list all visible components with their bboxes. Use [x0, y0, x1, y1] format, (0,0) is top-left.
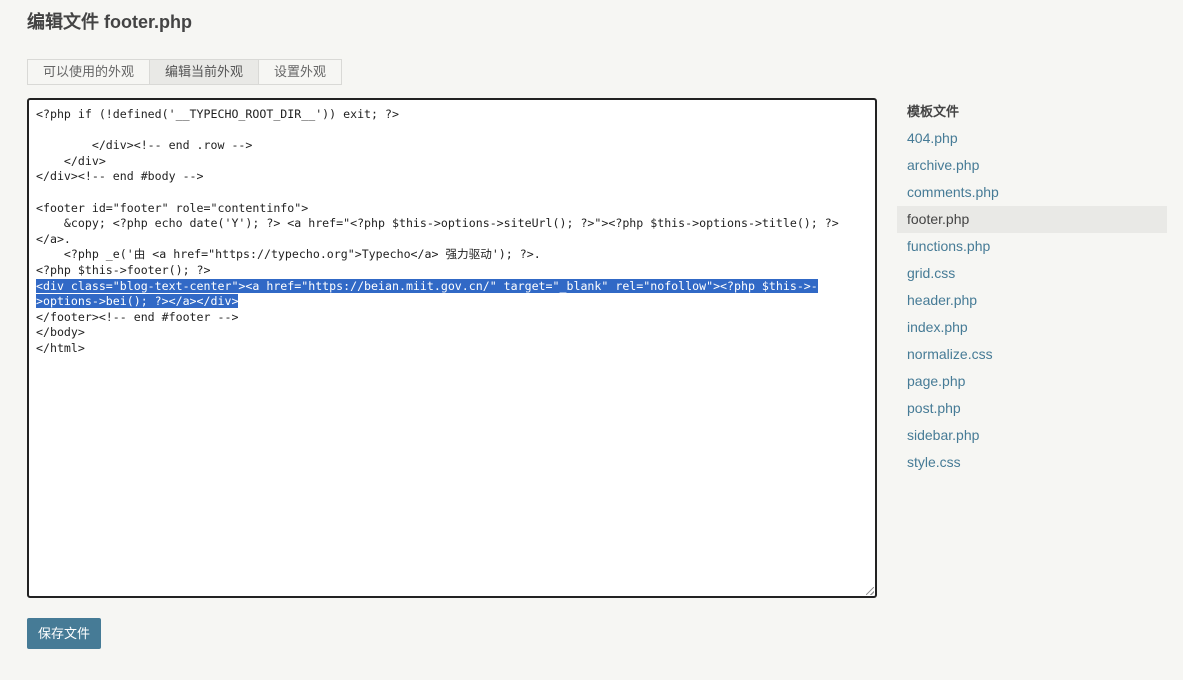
code-line: </html>	[36, 340, 85, 355]
tab-theme-settings[interactable]: 设置外观	[258, 59, 343, 85]
page-title: 编辑文件 footer.php	[27, 12, 192, 32]
file-item-comments-php[interactable]: comments.php	[897, 179, 1167, 206]
file-item-index-php[interactable]: index.php	[897, 314, 1167, 341]
save-file-button[interactable]: 保存文件	[27, 618, 102, 649]
code-line: </body>	[36, 325, 85, 340]
code-editor[interactable]: <?php if (!defined('__TYPECHO_ROOT_DIR__…	[27, 98, 877, 598]
sidebar-heading: 模板文件	[907, 104, 960, 119]
file-item-normalize-css[interactable]: normalize.css	[897, 341, 1167, 368]
code-line: </div><!-- end #body -->	[36, 169, 204, 184]
code-line: >options->bei(); ?></a></div>	[36, 294, 239, 309]
file-item-sidebar-php[interactable]: sidebar.php	[897, 422, 1167, 449]
tab-edit-current-theme[interactable]: 编辑当前外观	[149, 59, 260, 85]
file-item-page-php[interactable]: page.php	[897, 368, 1167, 395]
code-line: <?php if (!defined('__TYPECHO_ROOT_DIR__…	[36, 107, 399, 121]
file-item-footer-php[interactable]: footer.php	[897, 206, 1167, 233]
code-line: <?php _e('由 <a href="https://typecho.org…	[36, 247, 541, 262]
code-line: </div>	[36, 153, 106, 168]
file-item-archive-php[interactable]: archive.php	[897, 152, 1167, 179]
file-item-style-css[interactable]: style.css	[897, 449, 1167, 476]
code-editor-content[interactable]: <?php if (!defined('__TYPECHO_ROOT_DIR__…	[29, 100, 875, 357]
file-item-grid-css[interactable]: grid.css	[897, 260, 1167, 287]
code-line: </div><!-- end .row -->	[36, 138, 253, 153]
code-line: </a>.	[36, 231, 71, 246]
code-line: <footer id="footer" role="contentinfo">	[36, 200, 309, 215]
code-line: <div class="blog-text-center"><a href="h…	[36, 278, 818, 293]
file-item-404-php[interactable]: 404.php	[897, 125, 1167, 152]
file-item-header-php[interactable]: header.php	[897, 287, 1167, 314]
tab-available-themes[interactable]: 可以使用的外观	[27, 59, 151, 85]
file-item-functions-php[interactable]: functions.php	[897, 233, 1167, 260]
template-files-sidebar: 模板文件 404.php archive.php comments.php fo…	[897, 98, 1167, 476]
file-item-post-php[interactable]: post.php	[897, 395, 1167, 422]
theme-tabs: 可以使用的外观 编辑当前外观 设置外观	[27, 59, 343, 85]
code-line: <?php $this->footer(); ?>	[36, 262, 211, 277]
code-line: &copy; <?php echo date('Y'); ?> <a href=…	[36, 216, 839, 231]
code-line: </footer><!-- end #footer -->	[36, 309, 239, 324]
template-file-list: 404.php archive.php comments.php footer.…	[897, 125, 1167, 476]
resize-handle-icon[interactable]	[866, 587, 874, 595]
